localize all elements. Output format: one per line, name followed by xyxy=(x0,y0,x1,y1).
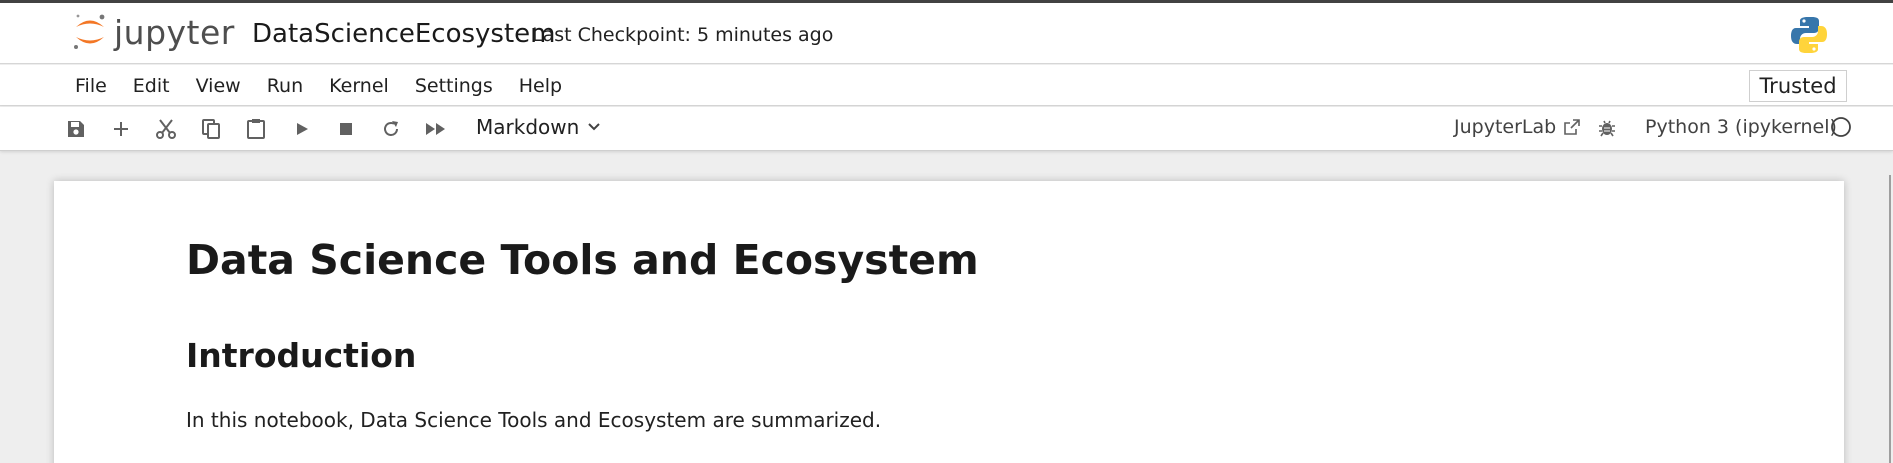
jupyter-logo-text: jupyter xyxy=(114,12,235,52)
jupyterlab-link-label: JupyterLab xyxy=(1454,116,1557,138)
save-icon xyxy=(68,121,84,137)
jupyterlab-link[interactable]: JupyterLab xyxy=(1454,116,1582,138)
notebook-heading-2: Introduction xyxy=(186,336,417,375)
copy-icon xyxy=(202,119,220,139)
menu-view[interactable]: View xyxy=(183,75,254,97)
fast-forward-icon xyxy=(426,123,445,135)
menubar: File Edit View Run Kernel Settings Help … xyxy=(0,65,1893,106)
cell-type-select[interactable]: Markdown xyxy=(476,115,601,139)
bug-icon xyxy=(1599,120,1615,137)
header: jupyter DataScienceEcosystem Last Checkp… xyxy=(0,3,1893,64)
menu-run[interactable]: Run xyxy=(254,75,316,97)
stop-icon xyxy=(340,123,352,135)
menu-settings[interactable]: Settings xyxy=(402,75,506,97)
jupyter-logo-icon xyxy=(74,14,105,49)
notebook-heading-1: Data Science Tools and Ecosystem xyxy=(186,236,979,284)
add-cell-icon xyxy=(114,122,128,136)
kernel-idle-circle-icon xyxy=(1831,117,1851,137)
add-cell-button[interactable] xyxy=(108,116,134,142)
copy-button[interactable] xyxy=(198,116,224,142)
cut-icon xyxy=(156,119,176,139)
kernel-name[interactable]: Python 3 (ipykernel) xyxy=(1645,116,1837,138)
notebook-title[interactable]: DataScienceEcosystem xyxy=(252,19,556,49)
restart-button[interactable] xyxy=(378,116,404,142)
save-button[interactable] xyxy=(63,116,89,142)
checkpoint-status: Last Checkpoint: 5 minutes ago xyxy=(532,24,834,46)
cut-button[interactable] xyxy=(153,116,179,142)
stop-button[interactable] xyxy=(333,116,359,142)
toolbar: Markdown JupyterLab Python 3 (ipykernel) xyxy=(0,107,1893,151)
python-logo xyxy=(1790,15,1828,59)
notebook-paragraph: In this notebook, Data Science Tools and… xyxy=(186,408,882,432)
menu-edit[interactable]: Edit xyxy=(120,75,183,97)
debugger-button[interactable] xyxy=(1597,118,1617,142)
menu-items: File Edit View Run Kernel Settings Help xyxy=(62,65,575,106)
menu-kernel[interactable]: Kernel xyxy=(316,75,402,97)
jupyter-logo[interactable]: jupyter xyxy=(72,12,235,52)
fast-forward-button[interactable] xyxy=(423,116,449,142)
paste-icon xyxy=(247,119,265,139)
kernel-status-indicator xyxy=(1830,116,1852,142)
scrollbar[interactable] xyxy=(1889,175,1891,463)
trusted-button[interactable]: Trusted xyxy=(1749,70,1847,102)
paste-button[interactable] xyxy=(243,116,269,142)
restart-icon xyxy=(384,121,398,136)
cell-type-value: Markdown xyxy=(476,115,580,139)
external-link-icon xyxy=(1564,119,1581,135)
run-button[interactable] xyxy=(289,116,315,142)
chevron-down-icon xyxy=(588,123,600,131)
menu-file[interactable]: File xyxy=(62,75,120,97)
menu-help[interactable]: Help xyxy=(506,75,575,97)
python-logo-icon xyxy=(1791,17,1827,53)
run-icon xyxy=(297,123,308,135)
